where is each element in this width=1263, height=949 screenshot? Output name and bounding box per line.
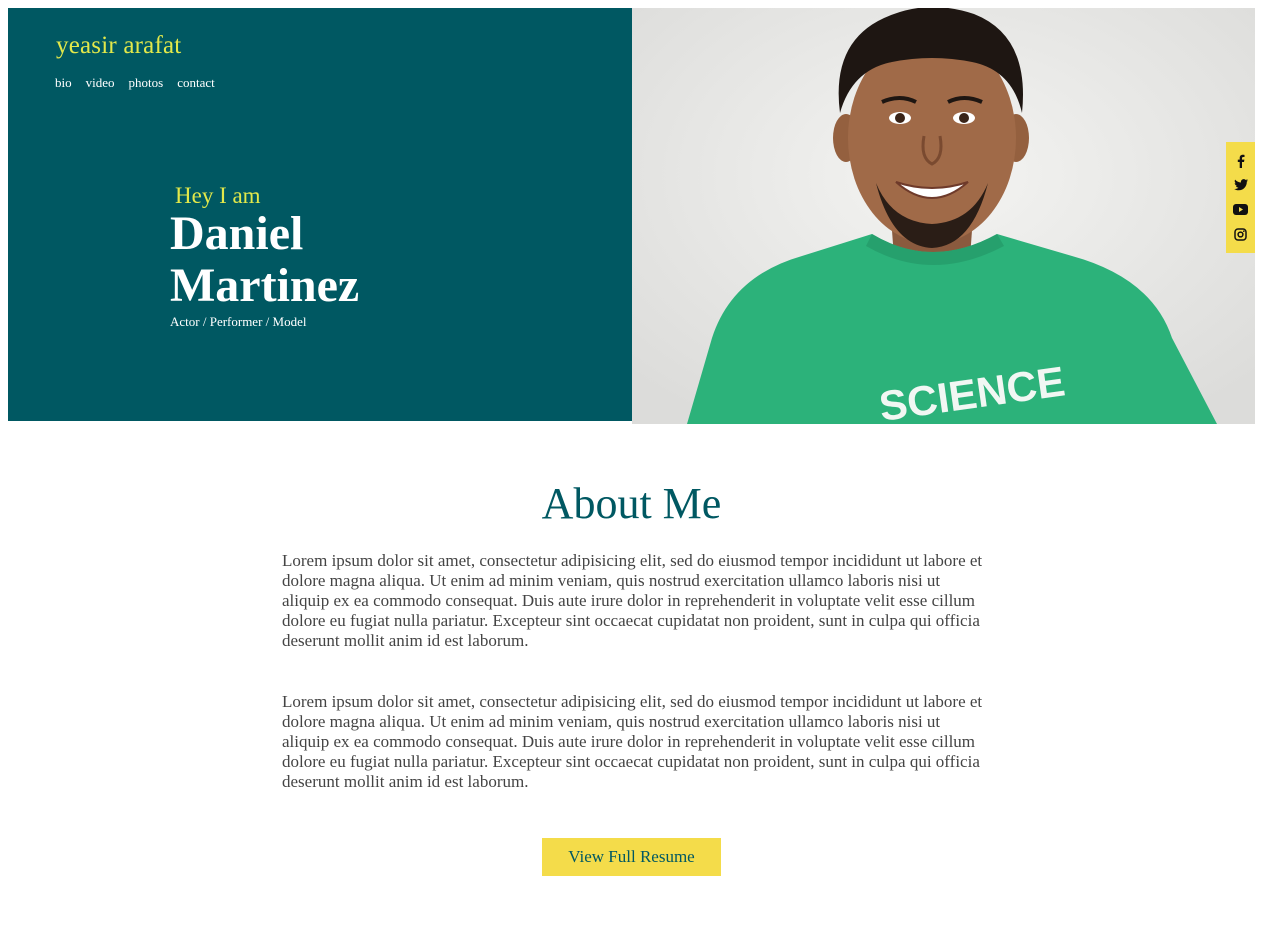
social-links-bar	[1226, 142, 1255, 253]
hero-greeting: Hey I am	[175, 183, 261, 208]
about-paragraph: Lorem ipsum dolor sit amet, consectetur …	[282, 692, 983, 791]
main-nav: bio video photos contact	[55, 75, 215, 91]
hero-name: Daniel Martinez	[170, 208, 359, 312]
hero-last-name: Martinez	[170, 259, 360, 312]
about-title: About Me	[541, 479, 722, 528]
hero-tagline: Actor / Performer / Model	[170, 314, 307, 329]
youtube-icon[interactable]	[1233, 202, 1249, 218]
hero-panel: yeasir arafat bio video photos contact H…	[8, 8, 632, 421]
nav-link-video[interactable]: video	[86, 75, 115, 91]
site-brand[interactable]: yeasir arafat	[56, 32, 181, 60]
nav-link-bio[interactable]: bio	[55, 75, 72, 91]
hero-portrait-photo: SCIENCE	[632, 8, 1255, 424]
about-paragraph: Lorem ipsum dolor sit amet, consectetur …	[282, 551, 983, 650]
facebook-icon[interactable]	[1233, 153, 1249, 169]
hero-first-name: Daniel	[170, 207, 304, 260]
instagram-icon[interactable]	[1233, 226, 1249, 242]
nav-link-photos[interactable]: photos	[129, 75, 164, 91]
twitter-icon[interactable]	[1233, 177, 1249, 193]
nav-link-contact[interactable]: contact	[177, 75, 215, 91]
view-resume-button[interactable]: View Full Resume	[542, 838, 721, 876]
portrait-illustration: SCIENCE	[632, 8, 1255, 424]
